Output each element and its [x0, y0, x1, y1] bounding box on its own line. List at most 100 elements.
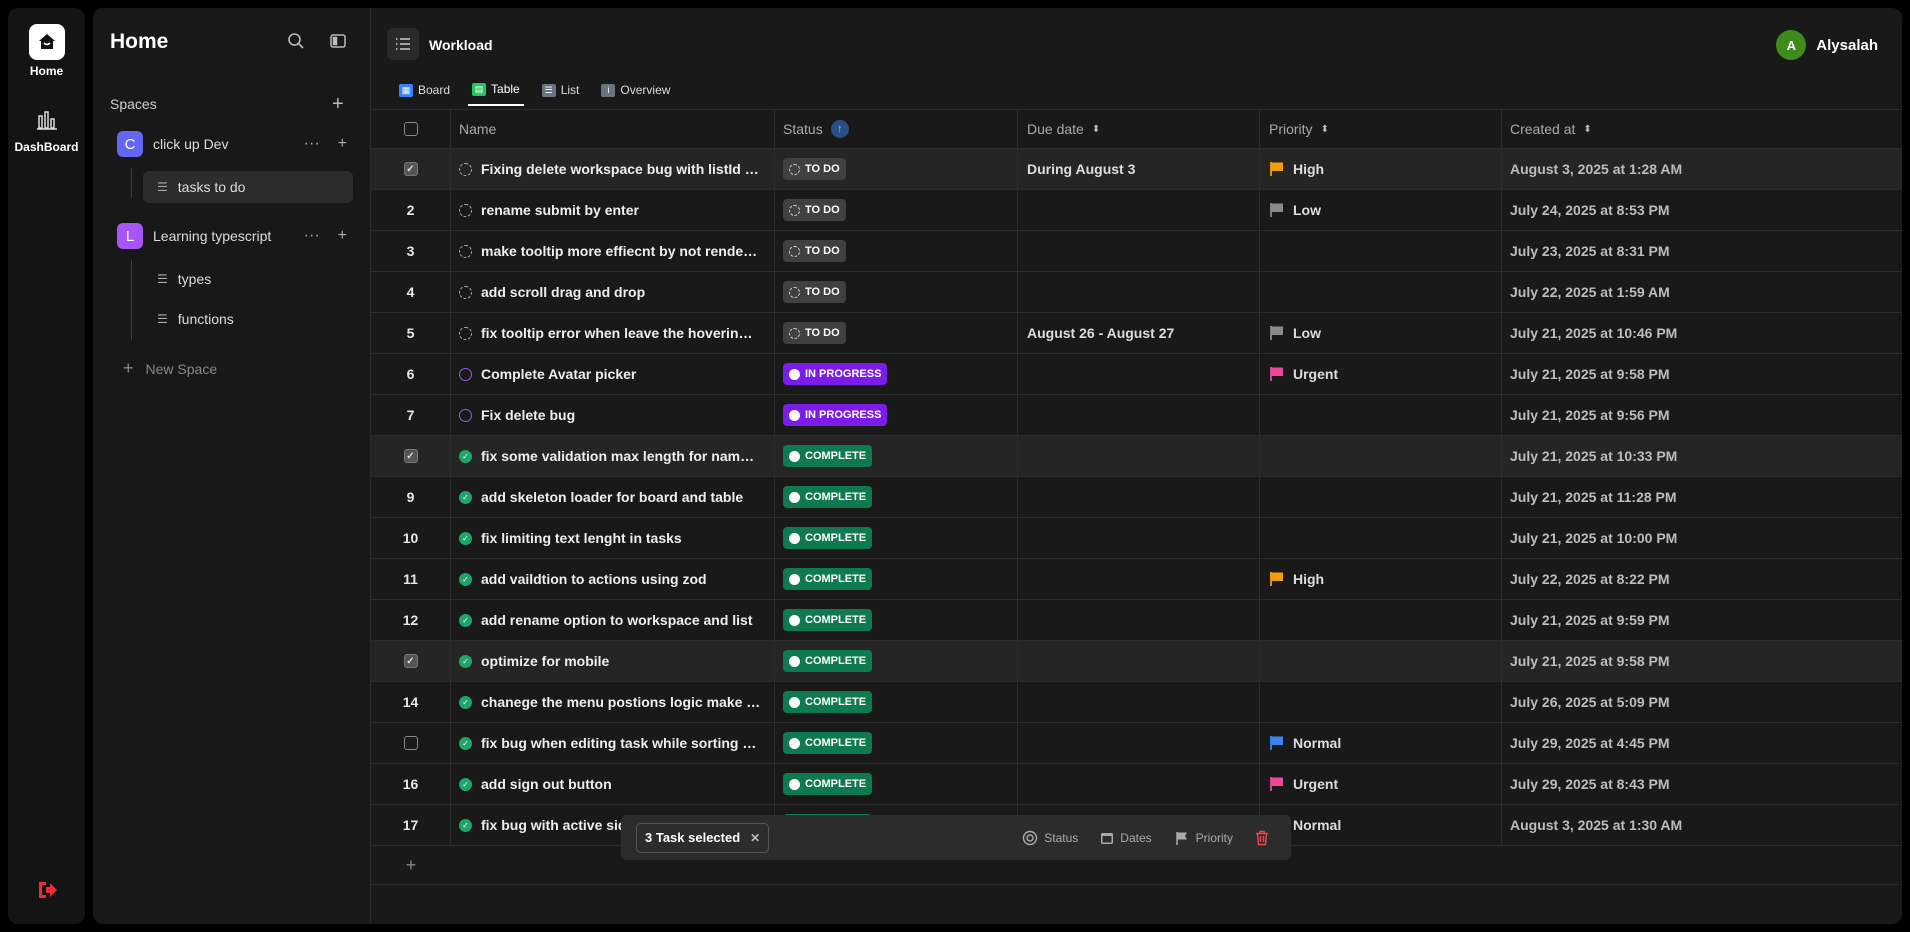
search-icon[interactable] [286, 31, 306, 51]
row-select-cell[interactable]: 7 [371, 395, 451, 435]
priority-cell[interactable] [1260, 436, 1502, 476]
status-cell[interactable]: COMPLETE [775, 477, 1018, 517]
row-select-cell[interactable]: 4 [371, 272, 451, 312]
column-header-name[interactable]: Name [451, 110, 775, 148]
status-badge[interactable]: COMPLETE [783, 527, 873, 549]
status-cell[interactable]: COMPLETE [775, 764, 1018, 804]
add-list-button[interactable]: + [338, 135, 347, 153]
status-badge[interactable]: TO DO [783, 240, 846, 262]
table-row[interactable]: 7 Fix delete bug IN PROGRESS July 21, 20… [371, 395, 1902, 436]
tab-board[interactable]: ▦ Board [395, 78, 454, 106]
task-name-cell[interactable]: make tooltip more effiecnt by not render… [451, 231, 775, 271]
status-cell[interactable]: COMPLETE [775, 436, 1018, 476]
bulk-delete-button[interactable] [1255, 830, 1269, 846]
row-number[interactable]: 3 [407, 243, 415, 259]
row-select-cell[interactable]: 10 [371, 518, 451, 558]
status-cell[interactable]: IN PROGRESS [775, 395, 1018, 435]
priority-cell[interactable] [1260, 682, 1502, 722]
task-name-cell[interactable]: ✓ add skeleton loader for board and table [451, 477, 775, 517]
due-date-cell[interactable] [1018, 641, 1260, 681]
priority-cell[interactable]: Normal [1260, 805, 1502, 845]
due-date-cell[interactable] [1018, 600, 1260, 640]
task-name-cell[interactable]: ✓ add vaildtion to actions using zod [451, 559, 775, 599]
user-menu[interactable]: A Alysalah [1776, 30, 1878, 60]
status-badge[interactable]: IN PROGRESS [783, 404, 888, 426]
status-badge[interactable]: COMPLETE [783, 445, 873, 467]
table-row[interactable]: 9 ✓ add skeleton loader for board and tab… [371, 477, 1902, 518]
tab-list[interactable]: ☰ List [538, 78, 584, 106]
task-name-cell[interactable]: Complete Avatar picker [451, 354, 775, 394]
due-date-cell[interactable] [1018, 559, 1260, 599]
status-badge[interactable]: IN PROGRESS [783, 363, 888, 385]
due-date-cell[interactable] [1018, 477, 1260, 517]
status-cell[interactable]: TO DO [775, 231, 1018, 271]
table-row[interactable]: 6 Complete Avatar picker IN PROGRESS Urg… [371, 354, 1902, 395]
task-name-cell[interactable]: add scroll drag and drop [451, 272, 775, 312]
column-header-created-at[interactable]: Created at ⬍ [1502, 110, 1902, 148]
row-number[interactable]: 11 [403, 571, 418, 587]
status-badge[interactable]: COMPLETE [783, 486, 873, 508]
status-cell[interactable]: COMPLETE [775, 682, 1018, 722]
due-date-cell[interactable] [1018, 682, 1260, 722]
space-learning-typescript[interactable]: L Learning typescript ··· + [117, 222, 359, 250]
status-cell[interactable]: COMPLETE [775, 518, 1018, 558]
table-row[interactable]: ✓ Fixing delete workspace bug with listI… [371, 149, 1902, 190]
priority-cell[interactable] [1260, 518, 1502, 558]
row-select-cell[interactable]: 12 [371, 600, 451, 640]
due-date-cell[interactable] [1018, 723, 1260, 763]
priority-cell[interactable]: Urgent [1260, 764, 1502, 804]
table-row[interactable]: 10 ✓ fix limiting text lenght in tasks CO… [371, 518, 1902, 559]
status-badge[interactable]: COMPLETE [783, 609, 873, 631]
status-badge[interactable]: COMPLETE [783, 691, 873, 713]
list-item-tasks-to-do[interactable]: ☰ tasks to do [143, 171, 353, 203]
table-row[interactable]: ✓ fix bug when editing task while sorting… [371, 723, 1902, 764]
status-cell[interactable]: TO DO [775, 313, 1018, 353]
select-all-checkbox[interactable] [403, 122, 418, 136]
priority-cell[interactable]: High [1260, 559, 1502, 599]
row-select-cell[interactable]: ✓ [371, 436, 451, 476]
row-select-cell[interactable]: 16 [371, 764, 451, 804]
status-cell[interactable]: COMPLETE [775, 641, 1018, 681]
row-select-cell[interactable]: ✓ [371, 641, 451, 681]
bulk-status-button[interactable]: Status [1022, 830, 1078, 846]
status-badge[interactable]: COMPLETE [783, 773, 873, 795]
row-number[interactable]: 9 [407, 489, 415, 505]
task-name-cell[interactable]: ✓ fix some validation max length for name… [451, 436, 775, 476]
row-checkbox[interactable]: ✓ [403, 162, 418, 176]
status-badge[interactable]: TO DO [783, 281, 846, 303]
due-date-cell[interactable] [1018, 231, 1260, 271]
row-select-cell[interactable]: 11 [371, 559, 451, 599]
task-name-cell[interactable]: Fix delete bug [451, 395, 775, 435]
row-select-cell[interactable]: 17 [371, 805, 451, 845]
priority-cell[interactable]: Normal [1260, 723, 1502, 763]
status-badge[interactable]: TO DO [783, 322, 846, 344]
tab-table[interactable]: ▤ Table [468, 78, 524, 106]
row-number[interactable]: 17 [403, 817, 419, 833]
status-badge[interactable]: COMPLETE [783, 732, 873, 754]
row-select-cell[interactable]: ✓ [371, 149, 451, 189]
status-cell[interactable]: COMPLETE [775, 600, 1018, 640]
due-date-cell[interactable]: August 26 - August 27 [1018, 313, 1260, 353]
status-cell[interactable]: IN PROGRESS [775, 354, 1018, 394]
collapse-sidebar-icon[interactable] [328, 31, 348, 51]
more-options-icon[interactable]: ··· [304, 135, 320, 153]
task-name-cell[interactable]: fix tooltip error when leave the hoverin… [451, 313, 775, 353]
table-row[interactable]: 11 ✓ add vaildtion to actions using zod C… [371, 559, 1902, 600]
table-row[interactable]: ✓ ✓ fix some validation max length for na… [371, 436, 1902, 477]
priority-cell[interactable]: Low [1260, 190, 1502, 230]
priority-cell[interactable] [1260, 395, 1502, 435]
close-icon[interactable]: ✕ [750, 831, 760, 845]
due-date-cell[interactable] [1018, 190, 1260, 230]
row-number[interactable]: 12 [403, 612, 419, 628]
table-row[interactable]: 4 add scroll drag and drop TO DO July 22… [371, 272, 1902, 313]
status-badge[interactable]: TO DO [783, 199, 846, 221]
row-number[interactable]: 14 [403, 694, 419, 710]
row-select-cell[interactable]: 3 [371, 231, 451, 271]
row-select-cell[interactable]: 6 [371, 354, 451, 394]
due-date-cell[interactable] [1018, 354, 1260, 394]
due-date-cell[interactable] [1018, 272, 1260, 312]
table-row[interactable]: 14 ✓ chanege the menu postions logic make… [371, 682, 1902, 723]
row-number[interactable]: 6 [407, 366, 415, 382]
status-cell[interactable]: TO DO [775, 190, 1018, 230]
priority-cell[interactable] [1260, 231, 1502, 271]
